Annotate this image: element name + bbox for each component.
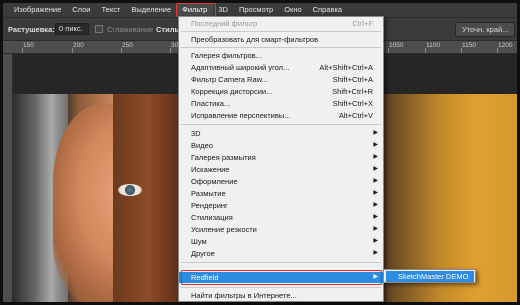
camera-raw-label: Фильтр Camera Raw... bbox=[191, 75, 268, 84]
refine-edge-button[interactable]: Уточн. край... bbox=[455, 22, 516, 37]
ruler-tick: 1150 bbox=[462, 42, 476, 49]
adaptive-shortcut: Alt+Shift+Ctrl+A bbox=[319, 63, 373, 72]
ruler-line bbox=[121, 48, 122, 53]
submenu-label: 3D bbox=[191, 129, 201, 138]
lens-correction-shortcut: Shift+Ctrl+R bbox=[332, 87, 373, 96]
submenu-label: Размытие bbox=[191, 189, 226, 198]
menu-item-convert-smart[interactable]: Преобразовать для смарт-фильтров bbox=[179, 34, 383, 45]
menu-separator bbox=[181, 262, 381, 263]
ruler-line bbox=[497, 48, 498, 53]
menu-separator bbox=[181, 287, 381, 288]
menu-bar: Изображение Слои Текст Выделение Фильтр … bbox=[3, 3, 517, 17]
last-filter-shortcut: Ctrl+F bbox=[352, 19, 373, 28]
menu-item-3d[interactable]: 3D ▶ bbox=[179, 128, 383, 139]
menu-separator bbox=[181, 47, 381, 48]
submenu-label: Усиление резкости bbox=[191, 225, 257, 234]
menu-item-other[interactable]: Другое ▶ bbox=[179, 248, 383, 259]
menu-layers[interactable]: Слои bbox=[67, 3, 96, 17]
ruler-line bbox=[170, 48, 171, 53]
feather-label: Растушевка: bbox=[8, 25, 55, 34]
menu-item-last-filter[interactable]: Последний фильтр Ctrl+F bbox=[179, 18, 383, 29]
submenu-label: Галерея размытия bbox=[191, 153, 256, 162]
ruler-line bbox=[22, 48, 23, 53]
menu-item-blur[interactable]: Размытие ▶ bbox=[179, 188, 383, 199]
liquify-shortcut: Shift+Ctrl+X bbox=[332, 99, 373, 108]
ruler-line bbox=[461, 48, 462, 53]
hair-shape bbox=[113, 94, 183, 302]
last-filter-label: Последний фильтр bbox=[191, 19, 258, 28]
submenu-label: Оформление bbox=[191, 177, 238, 186]
perspective-shortcut: Alt+Ctrl+V bbox=[338, 111, 373, 120]
antialias-label: Сглаживание bbox=[107, 25, 154, 34]
redfield-submenu: SketchMaster DEMO bbox=[383, 269, 476, 283]
menu-item-sharpen[interactable]: Усиление резкости ▶ bbox=[179, 224, 383, 235]
perspective-label: Исправление перспективы... bbox=[191, 111, 291, 120]
chevron-right-icon: ▶ bbox=[373, 238, 378, 244]
vertical-ruler bbox=[3, 54, 13, 302]
submenu-item-sketchmaster[interactable]: SketchMaster DEMO bbox=[386, 271, 474, 282]
menu-item-distort[interactable]: Искажение ▶ bbox=[179, 164, 383, 175]
submenu-label: Рендеринг bbox=[191, 201, 228, 210]
menu-item-stylize[interactable]: Стилизация ▶ bbox=[179, 212, 383, 223]
submenu-label: Видео bbox=[191, 141, 213, 150]
ruler-line bbox=[388, 48, 389, 53]
menu-item-video[interactable]: Видео ▶ bbox=[179, 140, 383, 151]
liquify-label: Пластика... bbox=[191, 99, 231, 108]
feather-input[interactable]: 0 пикс. bbox=[55, 23, 89, 35]
ruler-tick: 1200 bbox=[498, 42, 513, 49]
menu-item-blur-gallery[interactable]: Галерея размытия ▶ bbox=[179, 152, 383, 163]
ruler-tick: 200 bbox=[73, 42, 84, 49]
menu-help[interactable]: Справка bbox=[308, 3, 348, 17]
menu-text[interactable]: Текст bbox=[97, 3, 127, 17]
chevron-right-icon: ▶ bbox=[373, 202, 378, 208]
menu-window[interactable]: Окно bbox=[279, 3, 307, 17]
menu-item-perspective[interactable]: Исправление перспективы... Alt+Ctrl+V bbox=[179, 110, 383, 121]
chevron-right-icon: ▶ bbox=[373, 190, 378, 196]
antialias-checkbox[interactable] bbox=[95, 25, 103, 33]
adaptive-label: Адаптивный широкий угол... bbox=[191, 63, 290, 72]
filter-menu-dropdown: Последний фильтр Ctrl+F Преобразовать дл… bbox=[178, 16, 384, 302]
ruler-tick: 1050 bbox=[389, 42, 404, 49]
chevron-right-icon: ▶ bbox=[373, 250, 378, 256]
camera-raw-shortcut: Shift+Ctrl+A bbox=[332, 75, 373, 84]
menu-item-camera-raw[interactable]: Фильтр Camera Raw... Shift+Ctrl+A bbox=[179, 74, 383, 85]
submenu-label: Другое bbox=[191, 249, 215, 258]
chevron-right-icon: ▶ bbox=[373, 178, 378, 184]
menu-item-adaptive[interactable]: Адаптивный широкий угол... Alt+Shift+Ctr… bbox=[179, 62, 383, 73]
menu-separator bbox=[181, 124, 381, 125]
menu-separator bbox=[181, 31, 381, 32]
menu-item-noise[interactable]: Шум ▶ bbox=[179, 236, 383, 247]
chevron-right-icon: ▶ bbox=[373, 214, 378, 220]
menu-filter[interactable]: Фильтр bbox=[176, 3, 217, 17]
menu-image[interactable]: Изображение bbox=[9, 3, 67, 17]
menu-item-find-online[interactable]: Найти фильтры в Интернете... bbox=[179, 290, 383, 301]
submenu-label: Искажение bbox=[191, 165, 230, 174]
submenu-label: Стилизация bbox=[191, 213, 233, 222]
ruler-tick: 1100 bbox=[426, 42, 440, 49]
chevron-right-icon: ▶ bbox=[373, 142, 378, 148]
menu-item-lens-correction[interactable]: Коррекция дисторсии... Shift+Ctrl+R bbox=[179, 86, 383, 97]
submenu-label: Шум bbox=[191, 237, 207, 246]
chevron-right-icon: ▶ bbox=[373, 130, 378, 136]
menu-item-gallery[interactable]: Галерея фильтров... bbox=[179, 50, 383, 61]
ruler-tick: 150 bbox=[23, 42, 34, 49]
menu-item-pixelate[interactable]: Оформление ▶ bbox=[179, 176, 383, 187]
menu-item-render[interactable]: Рендеринг ▶ bbox=[179, 200, 383, 211]
annotation-highlight-box bbox=[181, 270, 382, 285]
lens-correction-label: Коррекция дисторсии... bbox=[191, 87, 273, 96]
chevron-right-icon: ▶ bbox=[373, 226, 378, 232]
menu-3d[interactable]: 3D bbox=[213, 3, 234, 17]
chevron-right-icon: ▶ bbox=[373, 166, 378, 172]
menu-view[interactable]: Просмотр bbox=[234, 3, 279, 17]
menu-select[interactable]: Выделение bbox=[126, 3, 177, 17]
menu-item-liquify[interactable]: Пластика... Shift+Ctrl+X bbox=[179, 98, 383, 109]
chevron-right-icon: ▶ bbox=[373, 154, 378, 160]
eye-shape bbox=[118, 184, 142, 196]
ruler-line bbox=[72, 48, 73, 53]
ruler-tick: 250 bbox=[122, 42, 133, 49]
ruler-line bbox=[425, 48, 426, 53]
